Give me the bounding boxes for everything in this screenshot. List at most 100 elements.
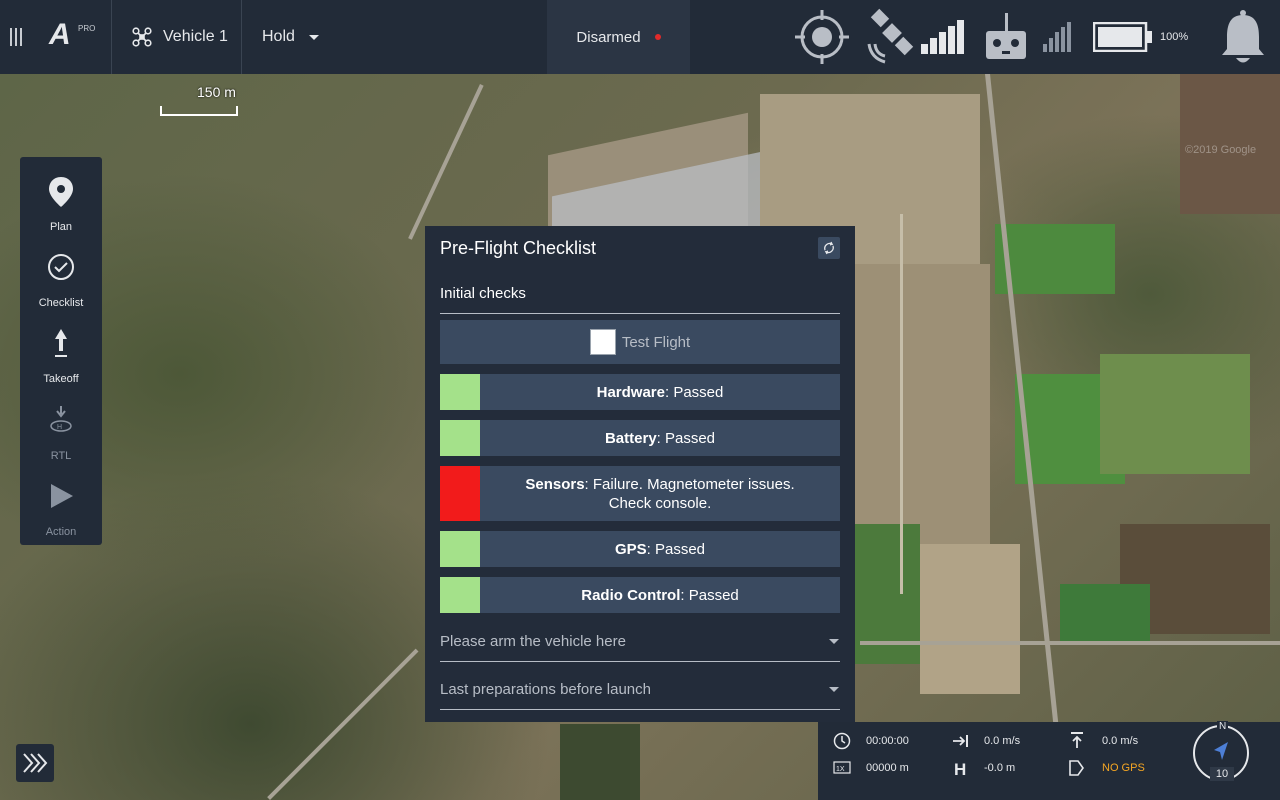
map-scale-label: 150 m	[197, 84, 236, 100]
flight-mode-label: Hold	[262, 28, 295, 45]
arm-status-label: Disarmed	[576, 28, 641, 46]
toolbar-checklist-button[interactable]: Checklist	[20, 253, 102, 323]
map-field	[560, 724, 640, 800]
check-name: Radio Control	[581, 586, 681, 604]
gps-signal-icon	[921, 0, 965, 74]
target-icon[interactable]	[793, 0, 851, 74]
logo-letter: A	[49, 18, 71, 51]
status-indicator	[440, 531, 480, 567]
distance-value: 00000 m	[866, 762, 909, 774]
gps-status: NO GPS	[1102, 762, 1145, 774]
svg-text:H: H	[57, 424, 62, 431]
check-name: Sensors	[525, 475, 585, 493]
play-icon	[51, 484, 73, 508]
section-arm-vehicle[interactable]: Please arm the vehicle here	[440, 626, 840, 662]
status-indicator	[440, 374, 480, 410]
map-road	[408, 84, 484, 240]
map-field	[1100, 354, 1250, 474]
section-title: Initial checks	[440, 285, 526, 302]
takeoff-icon	[55, 329, 67, 357]
clock-icon	[833, 732, 851, 750]
height-value: -0.0 m	[984, 762, 1016, 774]
toolbar-plan-button[interactable]: Plan	[20, 177, 102, 247]
map-field	[920, 544, 1020, 694]
reset-checklist-button[interactable]	[818, 237, 840, 259]
expand-panel-button[interactable]	[16, 744, 54, 782]
compass-north-label: N	[1217, 721, 1229, 732]
refresh-icon	[824, 241, 834, 255]
battery-percent: 100%	[1160, 31, 1189, 43]
map-pin-icon	[49, 177, 73, 207]
flight-time: 00:00:00	[866, 735, 909, 747]
vertical-speed: 0.0 m/s	[1102, 735, 1139, 747]
gps-location-icon	[1069, 760, 1084, 776]
toolbar-takeoff-label: Takeoff	[43, 373, 79, 385]
check-status: : Passed	[656, 429, 716, 447]
top-toolbar: A PRO Vehicle 1 Hold Disarmed 100%	[0, 0, 1280, 74]
map-label: ©2019 Google	[1185, 144, 1257, 156]
map-field	[850, 264, 990, 564]
battery-icon[interactable]	[1093, 0, 1153, 74]
check-item-sensors[interactable]: Sensors: Failure. Magnetometer issues. C…	[440, 466, 840, 521]
heading-arrow-icon	[1214, 742, 1228, 760]
horizontal-speed: 0.0 m/s	[984, 735, 1021, 747]
map-road	[860, 641, 1280, 645]
test-flight-checkbox-row[interactable]: Test Flight	[440, 320, 840, 364]
flight-mode-dropdown[interactable]: Hold	[242, 0, 319, 74]
toolbar-action-label: Action	[45, 526, 77, 538]
check-name: Hardware	[596, 383, 665, 401]
check-status: : Failure. Magnetometer issues. Check co…	[584, 475, 795, 512]
vehicle-name: Vehicle 1	[163, 28, 228, 45]
telemetry-panel[interactable]: 00:00:00 1X 00000 m 0.0 m/s H -0.0 m 0.0…	[818, 721, 1280, 800]
satellite-icon[interactable]	[863, 0, 921, 74]
section-title: Last preparations before launch	[440, 681, 651, 698]
toolbar-takeoff-button[interactable]: Takeoff	[20, 329, 102, 399]
status-indicator	[440, 466, 480, 521]
test-flight-label: Test Flight	[621, 333, 691, 351]
section-initial-checks[interactable]: Initial checks	[440, 278, 840, 314]
height-icon: H	[954, 760, 966, 777]
vertical-speed-icon	[1071, 732, 1083, 748]
vehicle-selector[interactable]: Vehicle 1	[112, 0, 242, 74]
distance-icon: 1X	[833, 761, 851, 774]
check-item-hardware[interactable]: Hardware: Passed	[440, 374, 840, 410]
checklist-icon	[48, 254, 74, 280]
check-status: : Passed	[665, 383, 724, 401]
arm-status-indicator[interactable]: Disarmed	[547, 0, 690, 74]
return-to-launch-icon: H	[50, 406, 72, 432]
check-status: : Passed	[646, 540, 706, 558]
map-road	[267, 648, 419, 800]
notification-bell-icon[interactable]	[1220, 0, 1266, 74]
toolbar-plan-label: Plan	[49, 221, 73, 233]
check-status: : Passed	[680, 586, 739, 604]
menu-icon[interactable]	[0, 0, 32, 74]
check-item-radio-control[interactable]: Radio Control: Passed	[440, 577, 840, 613]
app-logo[interactable]: A PRO	[32, 0, 112, 74]
check-item-battery[interactable]: Battery: Passed	[440, 420, 840, 456]
chevron-down-icon	[829, 687, 839, 692]
panel-title: Pre-Flight Checklist	[440, 238, 597, 258]
check-name: GPS	[614, 540, 647, 558]
chevron-down-icon	[829, 639, 839, 644]
map-scale: 150 m	[160, 84, 240, 118]
map-field	[1060, 584, 1150, 644]
svg-text:H: H	[954, 760, 966, 777]
logo-badge: PRO	[78, 24, 96, 33]
remote-control-icon[interactable]	[985, 0, 1027, 74]
toolbar-rtl-button[interactable]: H RTL	[20, 406, 102, 476]
status-indicator	[440, 420, 480, 456]
left-toolbar: Plan Checklist Takeoff H RTL Action	[20, 157, 102, 545]
horizontal-speed-icon	[953, 735, 968, 747]
heading-value: 10	[1210, 767, 1234, 781]
test-flight-checkbox[interactable]	[589, 329, 616, 355]
status-indicator	[440, 577, 480, 613]
toolbar-action-button[interactable]: Action	[20, 482, 102, 552]
check-name: Battery	[604, 429, 657, 447]
drone-icon	[132, 27, 152, 47]
section-last-preparations[interactable]: Last preparations before launch	[440, 674, 840, 710]
svg-text:1X: 1X	[836, 766, 845, 773]
map-scale-bar	[160, 106, 238, 116]
check-item-gps[interactable]: GPS: Passed	[440, 531, 840, 567]
map-field	[995, 224, 1115, 294]
rc-signal-icon	[1043, 0, 1073, 74]
